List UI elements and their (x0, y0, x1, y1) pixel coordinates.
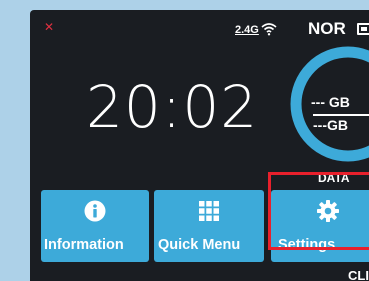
quick-menu-label: Quick Menu (158, 237, 241, 253)
close-icon: ✕ (44, 20, 55, 34)
network-mode-label: NOR (308, 19, 346, 38)
band-label: 2.4G (235, 24, 259, 36)
clock-time: 20:02 (86, 73, 259, 141)
quick-menu-button[interactable]: Quick Menu (154, 190, 264, 262)
info-icon (84, 200, 106, 222)
data-divider (313, 114, 369, 116)
wifi-icon (261, 23, 277, 36)
bottom-label: CLI (348, 268, 369, 281)
information-button[interactable]: Information (41, 190, 149, 262)
information-label: Information (44, 237, 124, 253)
grid-icon (199, 201, 219, 221)
battery-icon (357, 23, 369, 35)
data-used-value: --- GB (311, 94, 350, 110)
settings-highlight-box (268, 172, 369, 250)
data-total-value: ---GB (313, 117, 348, 133)
